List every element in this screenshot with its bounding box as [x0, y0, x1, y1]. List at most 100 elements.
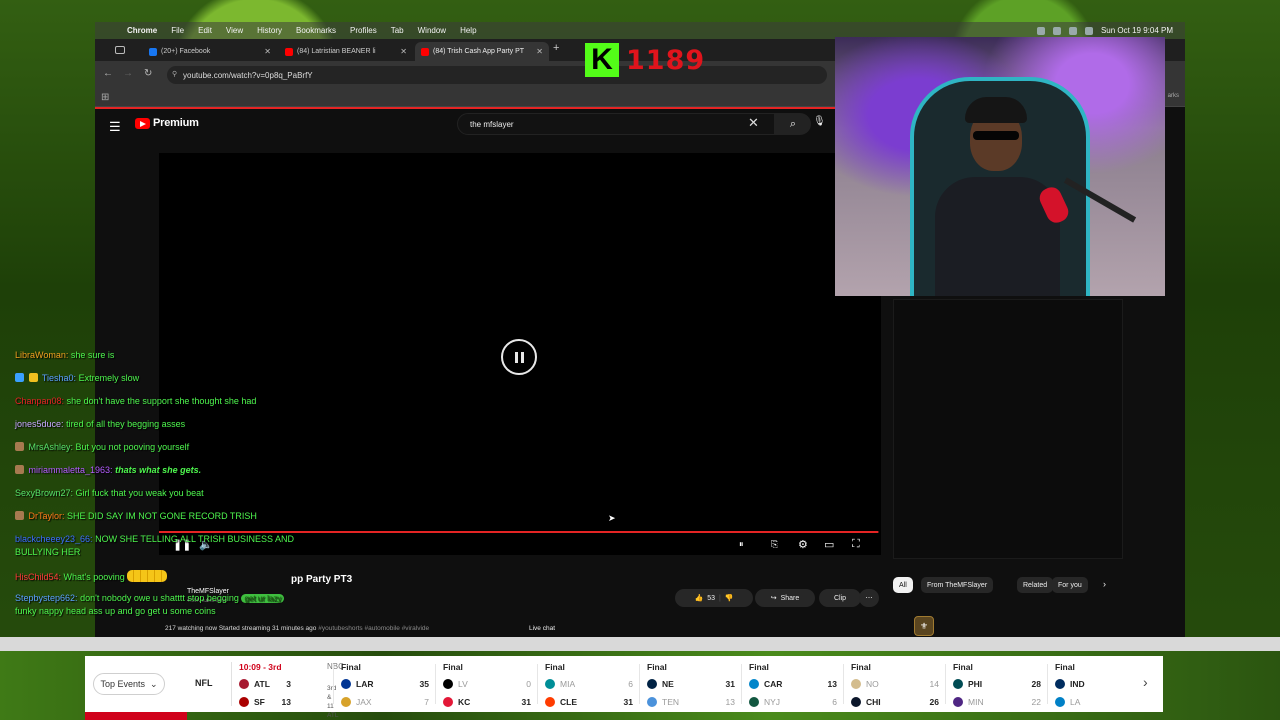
captions-icon[interactable]: ⎘ — [771, 539, 778, 550]
clear-search-icon[interactable]: ✕ — [748, 115, 759, 131]
streamer — [935, 97, 1060, 296]
team-abbr: IND — [1070, 679, 1085, 689]
team-abbr: MIN — [968, 697, 984, 707]
chat-text: BULLYING HER — [15, 547, 81, 557]
chat-avatar-icon — [15, 465, 24, 474]
game-status: Final — [953, 662, 973, 672]
team-score: 14 — [929, 679, 939, 689]
menu-bookmarks[interactable]: Bookmarks — [296, 26, 336, 35]
forward-icon[interactable]: → — [123, 68, 133, 79]
microphone-icon[interactable]: 🎙 — [813, 116, 826, 127]
chat-text: tired of all they begging asses — [66, 419, 186, 429]
game-card[interactable]: Final LAR 35 JAX 7 — [341, 660, 441, 708]
league-label[interactable]: NFL — [195, 678, 213, 688]
stream-tags[interactable]: #youtubeshorts #automobile #viralvide — [318, 625, 429, 632]
chevron-right-icon[interactable]: › — [1103, 579, 1106, 589]
menu-file[interactable]: File — [171, 26, 184, 35]
game-card[interactable]: 10:09 - 3rdNBC3rd & 11ATL 25ATL3SF13 — [239, 660, 344, 719]
scoreboard-next-icon[interactable]: › — [1143, 674, 1148, 690]
chat-username: DrTaylor: — [28, 511, 65, 521]
autoplay-toggle-icon[interactable]: ⏸ — [739, 539, 744, 550]
game-card[interactable]: Final PHI 28 MIN 22 — [953, 660, 1053, 708]
menu-window[interactable]: Window — [418, 26, 446, 35]
search-input[interactable]: the mfslayer — [457, 113, 775, 135]
chat-username: MrsAshley: — [28, 442, 74, 452]
share-button[interactable]: ↪ Share — [755, 589, 815, 607]
theater-mode-icon[interactable]: ▭ — [824, 538, 834, 551]
team-abbr: LA — [1070, 697, 1081, 707]
menubar-clock[interactable]: Sun Oct 19 9:04 PM — [1101, 26, 1173, 35]
team-logo-icon — [953, 697, 963, 707]
top-events-dropdown[interactable]: Top Events ⌄ — [93, 673, 165, 695]
control-center-icon[interactable] — [1084, 26, 1093, 35]
recommendations-panel — [893, 299, 1123, 559]
back-icon[interactable]: ← — [103, 68, 113, 79]
more-actions-icon[interactable]: ⋯ — [859, 589, 879, 607]
like-button[interactable]: 👍 53 | 👎 — [675, 589, 753, 607]
team-logo-icon — [545, 697, 555, 707]
menu-edit[interactable]: Edit — [198, 26, 212, 35]
game-card[interactable]: Final MIA 6 CLE 31 — [545, 660, 645, 708]
chat-username: SexyBrown27: — [15, 488, 74, 498]
game-card[interactable]: Final CAR 13 NYJ 6 — [749, 660, 849, 708]
sidebar-toggle-icon[interactable] — [115, 46, 125, 54]
chip-related[interactable]: Related — [1017, 577, 1054, 593]
facebook-icon — [149, 47, 157, 56]
menu-help[interactable]: Help — [460, 26, 476, 35]
team-abbr: TEN — [662, 697, 679, 707]
menu-history[interactable]: History — [257, 26, 282, 35]
team-row: NYJ 6 — [749, 695, 849, 709]
menu-profiles[interactable]: Profiles — [350, 26, 377, 35]
team-logo-icon — [953, 679, 963, 689]
close-icon[interactable]: ✕ — [264, 47, 271, 56]
team-logo-icon — [239, 697, 249, 707]
live-chat-label[interactable]: Live chat — [529, 625, 555, 632]
all-bookmarks-label[interactable]: arks — [1168, 93, 1179, 99]
new-tab-icon[interactable]: + — [553, 42, 559, 54]
apps-grid-icon[interactable]: ⊞ — [101, 92, 109, 103]
divider — [333, 664, 334, 704]
menu-app-name[interactable]: Chrome — [127, 26, 157, 35]
game-card[interactable]: Final NE 31 TEN 13 — [647, 660, 747, 708]
status-icon[interactable] — [1036, 26, 1045, 35]
menu-view[interactable]: View — [226, 26, 243, 35]
clip-button[interactable]: Clip — [819, 589, 861, 607]
video-player[interactable]: ➤ ⚜ — [159, 153, 934, 636]
team-row: KC 31 — [443, 695, 543, 709]
chip-all[interactable]: All — [893, 577, 913, 593]
reload-icon[interactable]: ↻ — [144, 68, 152, 79]
chip-for-you[interactable]: For you — [1052, 577, 1088, 593]
wifi-icon[interactable] — [1052, 26, 1061, 35]
tab-trish-cash[interactable]: (84) Trish Cash App Party PT ✕ — [415, 42, 549, 61]
divider — [843, 664, 844, 704]
close-icon[interactable]: ✕ — [536, 47, 543, 56]
team-abbr: KC — [458, 697, 471, 707]
url-field[interactable]: ⚲ youtube.com/watch?v=0p8q_PaBrfY — [167, 66, 827, 84]
hamburger-menu-icon[interactable]: ☰ — [109, 119, 121, 135]
chat-text: she don't have the support she thought s… — [66, 396, 257, 406]
game-status: Final — [341, 662, 361, 672]
youtube-logo[interactable]: Premium — [135, 117, 199, 129]
settings-gear-icon[interactable]: ⚙ — [798, 538, 808, 551]
search-button[interactable]: ⌕ — [775, 113, 811, 135]
video-progress-bar[interactable] — [159, 531, 879, 533]
pause-icon[interactable] — [501, 339, 537, 375]
tab-facebook[interactable]: (20+) Facebook ✕ — [143, 42, 277, 61]
team-logo-icon — [443, 697, 453, 707]
webcam-overlay — [835, 37, 1165, 296]
game-card[interactable]: Final IND LA — [1055, 660, 1155, 708]
close-icon[interactable]: ✕ — [400, 47, 407, 56]
search-icon[interactable] — [1068, 26, 1077, 35]
menu-tab[interactable]: Tab — [391, 26, 404, 35]
fullscreen-icon[interactable]: ⛶ — [852, 538, 860, 551]
thumbs-down-icon[interactable]: 👎 — [725, 594, 734, 602]
site-info-icon[interactable]: ⚲ — [172, 70, 177, 78]
game-status: Final — [749, 662, 769, 672]
tab-latristian[interactable]: (84) Latristian BEANER li ✕ — [279, 42, 413, 61]
chat-message: miriammaletta_1963: thats what she gets. — [15, 465, 201, 475]
game-card[interactable]: Final LV 0 KC 31 — [443, 660, 543, 708]
game-card[interactable]: Final NO 14 CHI 26 — [851, 660, 951, 708]
ticker-accent-bar — [85, 712, 187, 720]
chip-from-channel[interactable]: From TheMFSlayer — [921, 577, 994, 593]
channel-watermark-icon[interactable]: ⚜ — [914, 616, 934, 636]
